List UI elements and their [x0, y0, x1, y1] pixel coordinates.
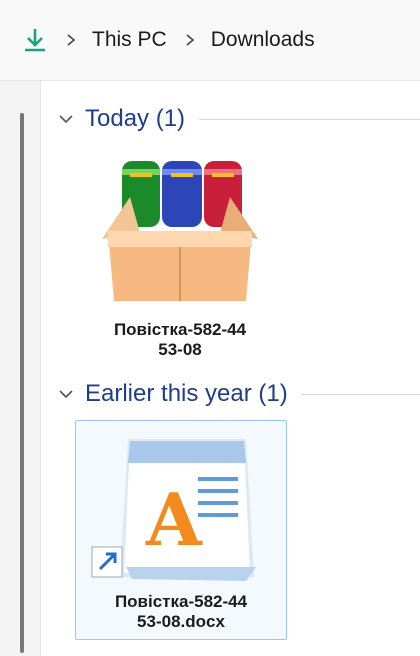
- file-name: Повістка-582-44 53-08: [113, 320, 247, 359]
- group-title: Earlier this year (1): [85, 380, 288, 407]
- group-divider: [199, 118, 420, 120]
- svg-text:A: A: [145, 477, 203, 562]
- archive-box-icon: [102, 161, 258, 301]
- download-icon[interactable]: [22, 27, 48, 53]
- file-item-archive[interactable]: Повістка-582-44 53-08: [75, 151, 285, 360]
- address-bar[interactable]: This PC Downloads: [0, 0, 420, 81]
- chevron-right-icon[interactable]: [64, 33, 78, 47]
- breadcrumb-item-this-pc[interactable]: This PC: [92, 28, 167, 52]
- group-header-earlier-this-year[interactable]: Earlier this year (1): [57, 379, 420, 409]
- chevron-right-icon[interactable]: [183, 33, 197, 47]
- chevron-down-icon[interactable]: [57, 385, 75, 403]
- group-divider: [301, 393, 420, 395]
- chevron-down-icon[interactable]: [57, 110, 75, 128]
- breadcrumb-item-downloads[interactable]: Downloads: [211, 28, 315, 52]
- file-list: Today (1) Повістка-582-44 53-08 Earlier …: [41, 81, 420, 656]
- group-header-today[interactable]: Today (1): [57, 104, 420, 134]
- wordpad-document-icon: A: [91, 439, 256, 581]
- group-title: Today (1): [85, 105, 186, 132]
- breadcrumb: This PC Downloads: [22, 26, 315, 54]
- navigation-scrollbar[interactable]: [20, 113, 24, 653]
- navigation-pane: [0, 81, 41, 656]
- file-item-docx[interactable]: A Повістка-582-44 53-08.docx: [75, 420, 287, 640]
- file-name: Повістка-582-44 53-08.docx: [114, 592, 248, 631]
